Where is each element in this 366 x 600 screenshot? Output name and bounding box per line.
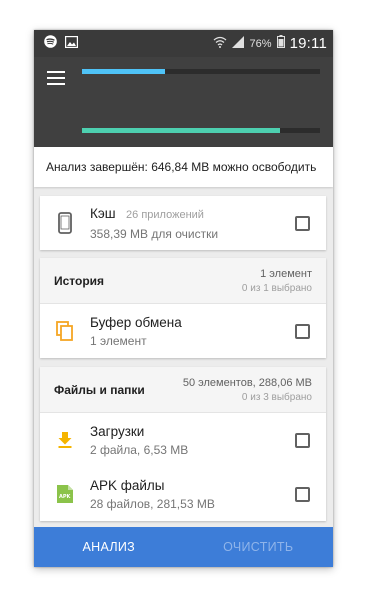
apk-sub: 28 файлов, 281,53 MB: [90, 496, 215, 511]
files-selected: 0 из 3 выбрано: [241, 391, 312, 403]
image-icon: [65, 35, 79, 53]
clock: 19:11: [289, 35, 327, 52]
history-card: История 1 элемент 0 из 1 выбрано Буфер о…: [40, 258, 326, 358]
battery-percent: 76%: [249, 37, 272, 50]
history-header[interactable]: История 1 элемент 0 из 1 выбрано: [40, 258, 326, 304]
apk-icon: APK: [40, 485, 90, 503]
analysis-summary: Анализ завершён: 646,84 MB можно освобод…: [34, 147, 333, 187]
history-title: История: [54, 273, 105, 288]
phone-screen: 76% 19:11 Анализ завершён: 646,84 MB мож…: [34, 30, 333, 567]
apk-icon-label: APK: [59, 494, 72, 500]
downloads-sub: 2 файла, 6,53 MB: [90, 442, 189, 457]
status-bar: 76% 19:11: [34, 30, 333, 57]
phone-icon: [40, 212, 90, 234]
cache-card: Кэш 26 приложений 358,39 MB для очистки: [40, 196, 326, 250]
apk-row[interactable]: APK APK файлы 28 файлов, 281,53 MB: [40, 467, 326, 521]
bottom-action-bar: АНАЛИЗ ОЧИСТИТЬ: [34, 527, 333, 567]
cache-title: Кэш: [90, 206, 116, 221]
clipboard-row[interactable]: Буфер обмена 1 элемент: [40, 304, 326, 358]
cache-row[interactable]: Кэш 26 приложений 358,39 MB для очистки: [40, 196, 326, 250]
history-selected: 0 из 1 выбрано: [241, 282, 312, 294]
progress-fill-1: [82, 69, 166, 74]
apk-title: APK файлы: [90, 477, 165, 493]
clean-button[interactable]: ОЧИСТИТЬ: [184, 540, 334, 554]
cache-size: 358,39 MB для очистки: [90, 227, 219, 241]
clipboard-checkbox[interactable]: [295, 323, 310, 339]
progress-bar-2: [82, 128, 320, 133]
files-count: 50 элементов, 288,06 MB: [182, 376, 312, 389]
clipboard-sub: 1 элемент: [90, 333, 147, 348]
downloads-checkbox[interactable]: [295, 432, 310, 448]
downloads-title: Загрузки: [90, 423, 145, 439]
spotify-icon: [44, 34, 57, 53]
progress-bar-1: [82, 69, 320, 74]
files-header[interactable]: Файлы и папки 50 элементов, 288,06 MB 0 …: [40, 367, 326, 413]
files-card: Файлы и папки 50 элементов, 288,06 MB 0 …: [40, 367, 326, 521]
analyze-button[interactable]: АНАЛИЗ: [34, 540, 184, 554]
clipboard-icon: [40, 321, 90, 341]
cache-apps-count: 26 приложений: [126, 209, 204, 221]
history-count: 1 элемент: [260, 267, 312, 280]
cache-checkbox[interactable]: [295, 215, 310, 231]
signal-icon: [231, 35, 245, 53]
download-icon: [40, 432, 90, 448]
files-title: Файлы и папки: [54, 382, 145, 397]
downloads-row[interactable]: Загрузки 2 файла, 6,53 MB: [40, 413, 326, 467]
clipboard-title: Буфер обмена: [90, 314, 182, 330]
menu-icon[interactable]: [47, 71, 65, 85]
battery-icon: [276, 34, 285, 53]
wifi-icon: [213, 35, 227, 53]
apk-checkbox[interactable]: [295, 486, 310, 502]
progress-fill-2: [82, 128, 280, 133]
